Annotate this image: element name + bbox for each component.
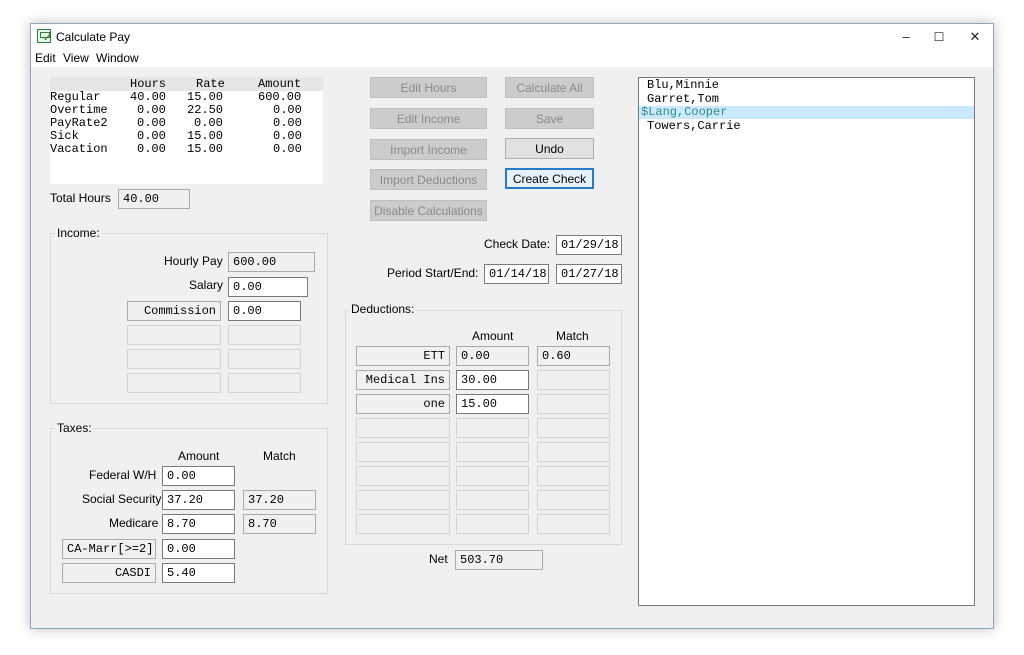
deduction-empty-slot xyxy=(356,442,450,462)
income-empty-value-slot xyxy=(228,373,301,393)
edit-hours-button[interactable]: Edit Hours xyxy=(370,77,487,98)
deduction-empty-slot xyxy=(456,490,529,510)
edit-income-button[interactable]: Edit Income xyxy=(370,108,487,129)
period-end-field[interactable]: 01/27/18 xyxy=(556,264,622,284)
window-title: Calculate Pay xyxy=(56,30,131,44)
deduction-empty-slot xyxy=(356,490,450,510)
row-amount: 0.00 xyxy=(273,142,302,156)
deduction-name-field: ETT xyxy=(356,346,450,366)
net-label: Net xyxy=(429,552,448,566)
social-security-match-field: 37.20 xyxy=(243,490,316,510)
hourly-pay-field: 600.00 xyxy=(228,252,315,272)
check-date-label: Check Date: xyxy=(484,237,551,251)
deduction-amount-field[interactable]: 15.00 xyxy=(456,394,529,414)
close-button[interactable]: ✕ xyxy=(957,24,993,49)
hourly-pay-label: Hourly Pay xyxy=(164,254,223,268)
deductions-match-header: Match xyxy=(556,329,589,343)
title-bar: Calculate Pay – ☐ ✕ xyxy=(31,24,993,49)
minimize-button[interactable]: – xyxy=(888,24,924,49)
menu-edit[interactable]: Edit xyxy=(35,51,56,65)
deduction-match-empty xyxy=(537,394,610,414)
deduction-empty-slot xyxy=(356,466,450,486)
save-button[interactable]: Save xyxy=(505,108,594,129)
calculate-all-button[interactable]: Calculate All xyxy=(505,77,594,98)
taxes-group-title: Taxes: xyxy=(55,421,94,435)
income-empty-label-slot xyxy=(127,325,221,345)
deduction-empty-slot xyxy=(537,490,610,510)
social-security-label: Social Security xyxy=(82,492,162,506)
deduction-match-field: 0.60 xyxy=(537,346,610,366)
deduction-amount-field[interactable]: 30.00 xyxy=(456,370,529,390)
disable-calculations-button[interactable]: Disable Calculations xyxy=(370,200,487,221)
net-field: 503.70 xyxy=(455,550,543,570)
menu-view[interactable]: View xyxy=(63,51,89,65)
deduction-empty-slot xyxy=(456,514,529,534)
hours-table-header: Hours Rate Amount xyxy=(50,77,323,91)
total-hours-label: Total Hours xyxy=(50,191,111,205)
taxes-amount-header: Amount xyxy=(178,449,220,463)
deduction-match-empty xyxy=(537,370,610,390)
medicare-match-field: 8.70 xyxy=(243,514,316,534)
list-item[interactable]: Towers,Carrie xyxy=(639,120,974,133)
casdi-label-field: CASDI xyxy=(62,563,156,583)
state-tax-field[interactable]: 0.00 xyxy=(162,539,235,559)
row-hours: 0.00 xyxy=(137,142,166,156)
deduction-amount-field: 0.00 xyxy=(456,346,529,366)
salary-field[interactable]: 0.00 xyxy=(228,277,308,297)
total-hours-field: 40.00 xyxy=(118,189,190,209)
deduction-empty-slot xyxy=(456,442,529,462)
create-check-button[interactable]: Create Check xyxy=(505,168,594,189)
deduction-empty-slot xyxy=(537,418,610,438)
income-empty-value-slot xyxy=(228,349,301,369)
import-deductions-button[interactable]: Import Deductions xyxy=(370,169,487,190)
row-rate: 15.00 xyxy=(187,142,224,156)
deduction-empty-slot xyxy=(456,418,529,438)
income-group-title: Income: xyxy=(55,226,102,240)
period-start-field[interactable]: 01/14/18 xyxy=(484,264,549,284)
commission-field[interactable]: 0.00 xyxy=(228,301,301,321)
deductions-group-title: Deductions: xyxy=(349,302,417,316)
list-item-selected[interactable]: $Lang,Cooper xyxy=(639,106,974,119)
commission-label-field: Commission xyxy=(127,301,221,321)
period-start-end-label: Period Start/End: xyxy=(387,266,479,280)
medicare-field[interactable]: 8.70 xyxy=(162,514,235,534)
deduction-empty-slot xyxy=(537,442,610,462)
income-empty-value-slot xyxy=(228,325,301,345)
maximize-button[interactable]: ☐ xyxy=(921,24,957,49)
deduction-empty-slot xyxy=(356,514,450,534)
casdi-field[interactable]: 5.40 xyxy=(162,563,235,583)
app-calculator-icon xyxy=(37,29,51,44)
salary-label: Salary xyxy=(189,278,224,292)
deductions-amount-header: Amount xyxy=(472,329,514,343)
undo-button[interactable]: Undo xyxy=(505,138,594,159)
social-security-field[interactable]: 37.20 xyxy=(162,490,235,510)
deduction-empty-slot xyxy=(356,418,450,438)
row-label: Vacation xyxy=(50,142,108,156)
deduction-empty-slot xyxy=(537,514,610,534)
hours-table[interactable]: Hours Rate Amount Regular 40.00 15.00 60… xyxy=(50,77,323,184)
calculate-pay-window: Calculate Pay – ☐ ✕ Edit View Window Hou… xyxy=(30,23,994,629)
federal-wh-field[interactable]: 0.00 xyxy=(162,466,235,486)
import-income-button[interactable]: Import Income xyxy=(370,139,487,160)
menu-window[interactable]: Window xyxy=(96,51,139,65)
deduction-empty-slot xyxy=(537,466,610,486)
menu-bar: Edit View Window xyxy=(31,49,993,67)
federal-wh-label: Federal W/H xyxy=(89,468,157,482)
state-tax-label-field: CA-Marr[>=2] xyxy=(62,539,156,559)
income-empty-label-slot xyxy=(127,349,221,369)
deduction-name-field: Medical Ins xyxy=(356,370,450,390)
taxes-match-header: Match xyxy=(263,449,296,463)
income-empty-label-slot xyxy=(127,373,221,393)
medicare-label: Medicare xyxy=(109,516,159,530)
list-item[interactable]: Blu,Minnie xyxy=(639,79,974,92)
check-date-field[interactable]: 01/29/18 xyxy=(556,235,622,255)
deduction-name-field: one xyxy=(356,394,450,414)
employee-list[interactable]: Blu,Minnie Garret,Tom $Lang,Cooper Tower… xyxy=(638,77,975,606)
deduction-empty-slot xyxy=(456,466,529,486)
